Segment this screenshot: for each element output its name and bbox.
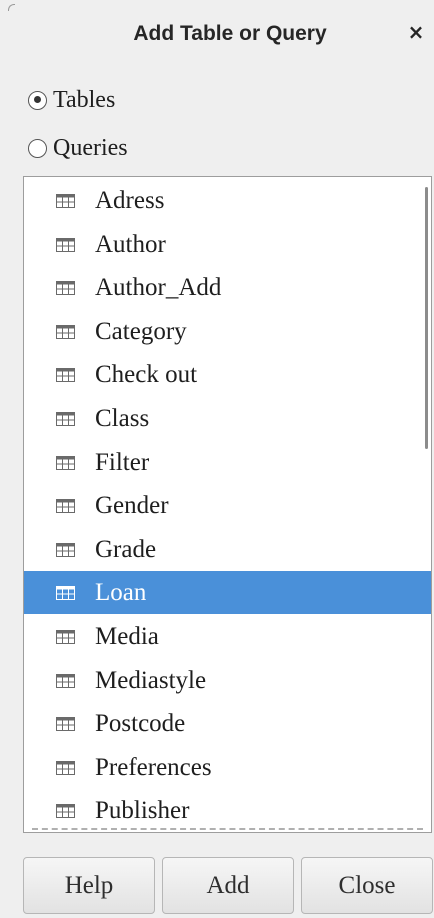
list-item-label: Check out xyxy=(95,361,198,389)
list-item-label: Category xyxy=(95,317,187,345)
add-button[interactable]: Add xyxy=(162,857,294,914)
table-icon xyxy=(56,717,75,732)
list-item-label: Author_Add xyxy=(95,274,222,302)
list-item[interactable]: Check out xyxy=(24,353,431,396)
list-item[interactable]: Category xyxy=(24,310,431,353)
queries-radio[interactable]: Queries xyxy=(28,132,128,164)
list-item[interactable]: Loan xyxy=(24,571,431,615)
tables-radio-label: Tables xyxy=(53,86,116,113)
radio-checked-icon[interactable] xyxy=(28,90,47,110)
list-item[interactable]: Class xyxy=(24,397,431,440)
list-item[interactable]: Postcode xyxy=(24,702,431,745)
list-item[interactable]: Author_Add xyxy=(24,266,431,309)
list-item-label: Grade xyxy=(95,535,157,563)
table-list[interactable]: Publisher Preferences Postcode Mediastyle Me… xyxy=(23,176,432,833)
table-icon xyxy=(56,368,75,383)
table-icon xyxy=(56,237,75,252)
close-button[interactable]: Close xyxy=(301,857,433,914)
list-item[interactable]: Mediastyle xyxy=(24,659,431,702)
list-scrollbar[interactable] xyxy=(425,187,428,449)
table-icon xyxy=(56,194,75,208)
table-icon xyxy=(56,542,75,557)
list-item-label: Filter xyxy=(95,448,150,476)
close-icon[interactable]: × xyxy=(406,20,426,44)
list-item-label: Mediastyle xyxy=(95,666,207,694)
list-item[interactable]: Grade xyxy=(24,528,431,571)
list-item-label: Loan xyxy=(95,579,147,607)
table-icon xyxy=(56,760,75,775)
table-icon xyxy=(56,281,75,296)
table-icon xyxy=(56,673,75,688)
list-item[interactable]: Media xyxy=(24,615,431,658)
list-item-label: Author xyxy=(95,230,166,258)
add-table-or-query-dialog: Add Table or Query × Tables Queries Publ… xyxy=(0,0,434,918)
list-item-label: Class xyxy=(95,405,150,432)
table-icon xyxy=(56,630,75,644)
tables-radio[interactable]: Tables xyxy=(28,84,115,116)
list-item[interactable]: Adress xyxy=(24,179,431,222)
list-item-label: Postcode xyxy=(95,710,186,738)
table-icon xyxy=(56,324,75,339)
queries-radio-label: Queries xyxy=(53,134,128,161)
list-item[interactable]: Filter xyxy=(24,441,431,484)
list-item[interactable]: Author xyxy=(24,223,431,266)
table-icon xyxy=(56,804,75,819)
list-item-label: Media xyxy=(95,623,159,650)
list-item-label: Gender xyxy=(95,492,169,520)
list-item-label: Publisher xyxy=(95,797,190,825)
list-item[interactable]: Gender xyxy=(24,484,431,527)
table-icon xyxy=(56,499,75,514)
list-item[interactable]: Preferences xyxy=(24,746,431,789)
table-icon xyxy=(56,455,75,470)
help-button[interactable]: Help xyxy=(23,857,155,914)
list-item[interactable]: Publisher xyxy=(24,789,431,832)
list-bottom-edge xyxy=(32,828,423,830)
title-bar[interactable]: Add Table or Query × xyxy=(0,0,434,76)
radio-unchecked-icon[interactable] xyxy=(28,138,47,158)
table-icon xyxy=(56,412,75,426)
dialog-title: Add Table or Query xyxy=(133,22,327,45)
table-icon xyxy=(56,586,75,601)
list-item-label: Adress xyxy=(95,187,165,214)
list-item-label: Preferences xyxy=(95,753,212,781)
